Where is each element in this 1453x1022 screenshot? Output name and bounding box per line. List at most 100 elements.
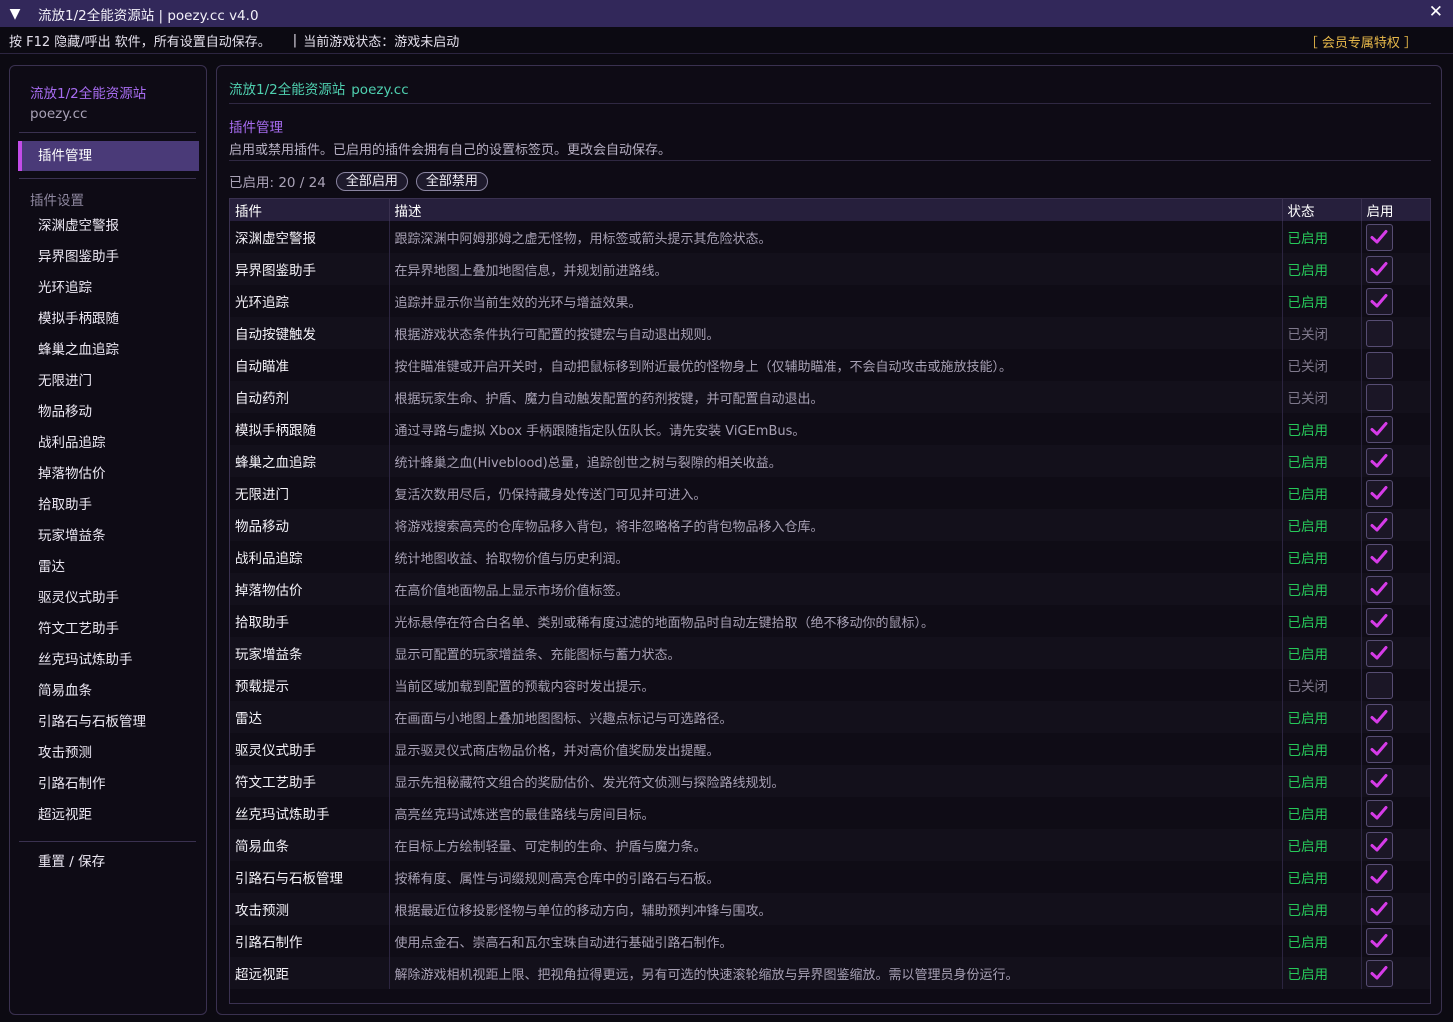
checkmark-icon — [1370, 870, 1388, 884]
table-row: 模拟手柄跟随 通过寻路与虚拟 Xbox 手柄跟随指定队伍队长。请先安装 ViGEm… — [230, 413, 1430, 445]
sidebar-item[interactable]: 玩家增益条 — [38, 521, 146, 552]
reset-save-button[interactable]: 重置 / 保存 — [38, 850, 105, 870]
sidebar-item[interactable]: 引路石制作 — [38, 769, 146, 800]
sidebar-item[interactable]: 无限进门 — [38, 366, 146, 397]
plugin-description-cell: 在高价值地面物品上显示市场价值标签。 — [389, 573, 1283, 605]
plugin-enable-checkbox[interactable] — [1365, 351, 1393, 379]
main-brand-site: poezy.cc — [351, 82, 409, 98]
plugin-enable-checkbox[interactable] — [1365, 511, 1393, 539]
sidebar-item[interactable]: 模拟手柄跟随 — [38, 304, 146, 335]
checkmark-icon — [1370, 486, 1388, 500]
plugin-status-cell: 已启用 — [1282, 477, 1362, 509]
plugin-status-cell: 已启用 — [1282, 701, 1362, 733]
sidebar-item-plugin-manager[interactable]: 插件管理 — [18, 141, 199, 171]
plugin-description-cell: 将游戏搜索高亮的仓库物品移入背包，将非忽略格子的背包物品移入仓库。 — [389, 509, 1283, 541]
member-privileges-link[interactable]: ［ 会员专属特权 ］ — [1305, 32, 1417, 51]
enable-all-button[interactable]: 全部启用 — [335, 171, 408, 191]
checkmark-icon — [1370, 966, 1388, 980]
sidebar-item[interactable]: 引路石与石板管理 — [38, 707, 146, 738]
sidebar-item[interactable]: 蜂巢之血追踪 — [38, 335, 146, 366]
sidebar-item[interactable]: 光环追踪 — [38, 273, 146, 304]
plugin-status-cell: 已启用 — [1282, 445, 1362, 477]
plugin-enable-cell — [1361, 285, 1430, 317]
plugin-description-cell: 根据玩家生命、护盾、魔力自动触发配置的药剂按键，并可配置自动退出。 — [389, 381, 1283, 413]
sidebar-item[interactable]: 简易血条 — [38, 676, 146, 707]
plugin-enable-cell — [1361, 573, 1430, 605]
checkmark-icon — [1370, 518, 1388, 532]
plugin-name-cell: 深渊虚空警报 — [230, 221, 390, 253]
plugin-enable-cell — [1361, 861, 1430, 893]
sidebar-item[interactable]: 深渊虚空警报 — [38, 211, 146, 242]
plugin-status-cell: 已启用 — [1282, 221, 1362, 253]
plugin-enable-checkbox[interactable] — [1365, 383, 1393, 411]
sidebar-item[interactable]: 攻击预测 — [38, 738, 146, 769]
checkmark-icon — [1370, 742, 1388, 756]
checkmark-icon — [1370, 838, 1388, 852]
sidebar-item[interactable]: 物品移动 — [38, 397, 146, 428]
plugin-enable-cell — [1361, 925, 1430, 957]
plugin-enable-cell — [1361, 477, 1430, 509]
sidebar-item[interactable]: 战利品追踪 — [38, 428, 146, 459]
sidebar-item[interactable]: 雷达 — [38, 552, 146, 583]
plugin-enable-cell — [1361, 381, 1430, 413]
plugin-enable-checkbox[interactable] — [1365, 543, 1393, 571]
plugin-name-cell: 拾取助手 — [230, 605, 390, 637]
plugin-enable-checkbox[interactable] — [1365, 799, 1393, 827]
plugin-enable-cell — [1361, 349, 1430, 381]
plugin-enable-checkbox[interactable] — [1365, 863, 1393, 891]
plugin-status-cell: 已启用 — [1282, 829, 1362, 861]
sidebar-divider — [19, 132, 196, 133]
disable-all-button[interactable]: 全部禁用 — [415, 171, 488, 191]
plugin-enable-checkbox[interactable] — [1365, 735, 1393, 763]
plugin-enable-checkbox[interactable] — [1365, 447, 1393, 475]
plugin-enable-checkbox[interactable] — [1365, 255, 1393, 283]
sidebar-item[interactable]: 异界图鉴助手 — [38, 242, 146, 273]
plugin-enable-cell — [1361, 893, 1430, 925]
plugin-enable-checkbox[interactable] — [1365, 959, 1393, 987]
plugin-enable-checkbox[interactable] — [1365, 223, 1393, 251]
plugin-enable-checkbox[interactable] — [1365, 319, 1393, 347]
plugin-name-cell: 引路石与石板管理 — [230, 861, 390, 893]
game-state: 当前游戏状态：游戏未启动 — [303, 34, 460, 50]
sidebar-item[interactable]: 拾取助手 — [38, 490, 146, 521]
plugin-enable-cell — [1361, 829, 1430, 861]
plugin-enable-checkbox[interactable] — [1365, 639, 1393, 667]
table-row: 玩家增益条 显示可配置的玩家增益条、充能图标与蓄力状态。 已启用 — [230, 637, 1430, 669]
plugin-enable-checkbox[interactable] — [1365, 479, 1393, 507]
plugin-enable-checkbox[interactable] — [1365, 287, 1393, 315]
table-row: 攻击预测 根据最近位移投影怪物与单位的移动方向，辅助预判冲锋与围攻。 已启用 — [230, 893, 1430, 925]
plugin-enable-checkbox[interactable] — [1365, 703, 1393, 731]
plugin-enable-checkbox[interactable] — [1365, 607, 1393, 635]
table-row: 引路石制作 使用点金石、崇高石和瓦尔宝珠自动进行基础引路石制作。 已启用 — [230, 925, 1430, 957]
plugin-status-cell: 已启用 — [1282, 253, 1362, 285]
plugin-description-cell: 在异界地图上叠加地图信息，并规划前进路线。 — [389, 253, 1283, 285]
main-divider — [229, 103, 1431, 104]
table-body: 深渊虚空警报 跟踪深渊中阿姆那姆之虚无怪物，用标签或箭头提示其危险状态。 已启用 异界… — [230, 221, 1430, 989]
plugin-description-cell: 当前区域加载到配置的预载内容时发出提示。 — [389, 669, 1283, 701]
sidebar-item[interactable]: 掉落物估价 — [38, 459, 146, 490]
plugin-enable-checkbox[interactable] — [1365, 895, 1393, 923]
plugin-name-cell: 简易血条 — [230, 829, 390, 861]
sidebar-item[interactable]: 符文工艺助手 — [38, 614, 146, 645]
plugin-enable-checkbox[interactable] — [1365, 767, 1393, 795]
col-header-description: 描述 — [389, 199, 1283, 221]
checkmark-icon — [1370, 806, 1388, 820]
sidebar-item[interactable]: 驱灵仪式助手 — [38, 583, 146, 614]
plugin-enable-cell — [1361, 701, 1430, 733]
sidebar-item[interactable]: 超远视距 — [38, 800, 146, 831]
table-row: 蜂巢之血追踪 统计蜂巢之血(Hiveblood)总量，追踪创世之树与裂隙的相关收益… — [230, 445, 1430, 477]
plugin-enable-checkbox[interactable] — [1365, 671, 1393, 699]
plugin-name-cell: 异界图鉴助手 — [230, 253, 390, 285]
plugin-enable-cell — [1361, 957, 1430, 989]
plugin-name-cell: 玩家增益条 — [230, 637, 390, 669]
plugin-enable-checkbox[interactable] — [1365, 575, 1393, 603]
plugin-enable-checkbox[interactable] — [1365, 415, 1393, 443]
close-icon[interactable]: ✕ — [1429, 2, 1443, 22]
col-header-plugin: 插件 — [230, 199, 390, 221]
plugin-enable-checkbox[interactable] — [1365, 831, 1393, 859]
plugin-name-cell: 攻击预测 — [230, 893, 390, 925]
menu-triangle-icon[interactable]: ▼ — [0, 6, 30, 22]
plugin-status-cell: 已启用 — [1282, 765, 1362, 797]
plugin-enable-checkbox[interactable] — [1365, 927, 1393, 955]
sidebar-item[interactable]: 丝克玛试炼助手 — [38, 645, 146, 676]
